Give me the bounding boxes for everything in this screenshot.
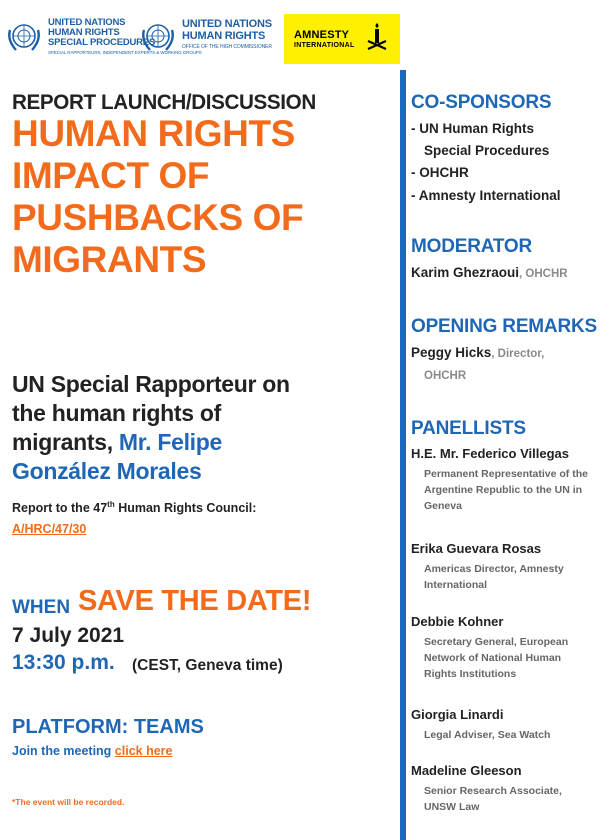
cosponsor-item: - UN Human Rights bbox=[411, 121, 534, 136]
panellist-name: Giorgia Linardi bbox=[411, 707, 504, 722]
panellist-role: Senior Research Associate, UNSW Law bbox=[424, 785, 562, 813]
opening-speaker: Peggy Hicks, Director, bbox=[411, 342, 544, 365]
event-kicker: REPORT LAUNCH/DISCUSSION bbox=[12, 90, 316, 114]
amnesty-logo-line1: AMNESTY bbox=[294, 29, 350, 41]
panellist-role: Americas Director, Amnesty International bbox=[424, 563, 564, 591]
panellist-name: Debbie Kohner bbox=[411, 614, 504, 629]
panellist-name: Erika Guevara Rosas bbox=[411, 541, 542, 556]
speaker-name: González Morales bbox=[12, 458, 202, 484]
cosponsor-item: - OHCHR bbox=[411, 165, 469, 180]
logo-subtext: OFFICE OF THE HIGH COMMISSIONER bbox=[182, 44, 272, 50]
speaker-line: the human rights of bbox=[12, 400, 221, 426]
panellist-role: Secretary General, European Network of N… bbox=[424, 636, 569, 680]
event-time: 13:30 p.m. bbox=[12, 651, 115, 674]
logo-text-line1: UNITED NATIONS bbox=[182, 18, 272, 30]
report-reference: Report to the 47th Human Rights Council: bbox=[12, 500, 256, 515]
cosponsors-heading: CO-SPONSORS bbox=[411, 92, 552, 113]
cosponsor-item: - Amnesty International bbox=[411, 188, 561, 203]
ohchr-logo: UNITED NATIONS HUMAN RIGHTS OFFICE OF TH… bbox=[138, 18, 272, 58]
speaker-line: migrants, Mr. Felipe bbox=[12, 428, 222, 457]
speaker-text: migrants, bbox=[12, 429, 119, 455]
cosponsor-item: Special Procedures bbox=[424, 143, 550, 158]
report-reference-text: Report to the 47 bbox=[12, 501, 108, 516]
opening-speaker-org: OHCHR bbox=[424, 370, 467, 382]
column-divider bbox=[400, 70, 406, 840]
un-emblem-icon bbox=[142, 24, 174, 51]
un-emblem-icon bbox=[8, 24, 40, 51]
event-date: 7 July 2021 bbox=[12, 624, 125, 647]
moderator-name: Karim Ghezraoui bbox=[411, 265, 520, 280]
report-reference-sup: th bbox=[107, 500, 115, 509]
report-reference-text: Human Rights Council: bbox=[114, 501, 257, 516]
event-title-line: MIGRANTS bbox=[12, 239, 207, 280]
candle-icon bbox=[367, 23, 387, 51]
moderator-heading: MODERATOR bbox=[411, 236, 532, 257]
join-meeting-link[interactable]: click here bbox=[115, 744, 173, 758]
panellist-name: H.E. Mr. Federico Villegas bbox=[411, 446, 569, 461]
report-document-link[interactable]: A/HRC/47/30 bbox=[12, 522, 86, 536]
amnesty-logo: AMNESTY INTERNATIONAL bbox=[284, 14, 400, 64]
join-meeting: Join the meeting click here bbox=[12, 744, 172, 758]
panellist-role: Legal Adviser, Sea Watch bbox=[424, 729, 551, 741]
opening-speaker-name: Peggy Hicks bbox=[411, 345, 492, 360]
amnesty-logo-line2: INTERNATIONAL bbox=[294, 42, 355, 49]
event-title-line: PUSHBACKS OF bbox=[12, 197, 304, 238]
moderator-org: , OHCHR bbox=[519, 268, 568, 280]
opening-remarks-heading: OPENING REMARKS bbox=[411, 316, 597, 337]
panellist-role: Permanent Representative of the Argentin… bbox=[424, 468, 588, 512]
join-meeting-text: Join the meeting bbox=[12, 744, 115, 758]
opening-speaker-role: , Director, bbox=[491, 348, 545, 360]
logo-text-line2: HUMAN RIGHTS bbox=[182, 30, 266, 42]
panellist-name: Madeline Gleeson bbox=[411, 763, 522, 778]
platform-label: PLATFORM: TEAMS bbox=[12, 716, 204, 738]
moderator: Karim Ghezraoui, OHCHR bbox=[411, 262, 568, 285]
when-label: WHEN bbox=[12, 597, 71, 618]
speaker-name: Mr. Felipe bbox=[118, 429, 223, 455]
event-timezone: (CEST, Geneva time) bbox=[132, 657, 283, 674]
event-title-line: HUMAN RIGHTS bbox=[12, 113, 295, 154]
panellists-heading: PANELLISTS bbox=[411, 418, 526, 439]
event-title-line: IMPACT OF bbox=[12, 155, 210, 196]
speaker-line: UN Special Rapporteur on bbox=[12, 371, 290, 397]
recording-note: *The event will be recorded. bbox=[12, 797, 125, 807]
save-the-date: SAVE THE DATE! bbox=[78, 585, 312, 617]
